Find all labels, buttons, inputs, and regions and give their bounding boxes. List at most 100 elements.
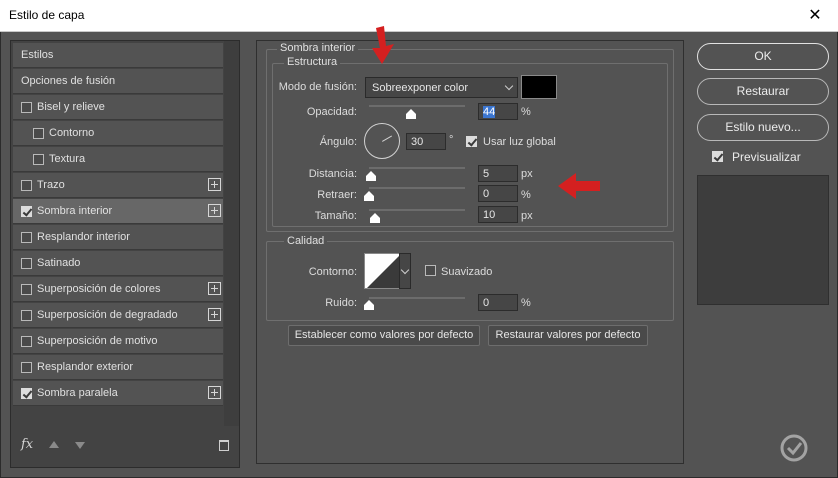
add-effect-icon[interactable] [208,204,221,217]
style-item-checkbox[interactable] [21,180,32,191]
style-item-sombra-interior[interactable]: Sombra interior [13,199,223,224]
structure-title: Estructura [284,56,341,68]
style-item-label: Contorno [49,127,95,139]
preview-checkbox[interactable] [712,151,723,162]
blend-mode-value: Sobreexponer color [372,82,469,94]
style-item-textura[interactable]: Textura [13,147,223,172]
angle-dial[interactable] [364,123,400,159]
ok-button[interactable]: OK [697,43,829,70]
anti-aliased-label: Suavizado [441,266,493,278]
style-item-checkbox[interactable] [21,258,32,269]
choke-input[interactable]: 0 [478,185,518,202]
make-default-button[interactable]: Establecer como valores por defecto [288,325,480,346]
style-item-resplandor-interior[interactable]: Resplandor interior [13,225,223,250]
title-bar: Estilo de capa ✕ [0,0,838,32]
opacity-label: Opacidad: [306,106,357,118]
angle-input[interactable]: 30 [406,133,446,150]
opacity-slider[interactable] [369,105,465,107]
size-slider-thumb[interactable] [369,213,380,223]
new-style-button[interactable]: Estilo nuevo... [697,114,829,141]
blend-mode-label: Modo de fusión: [278,81,357,93]
styles-list-scrollbar[interactable] [224,41,239,426]
anti-aliased-checkbox[interactable] [425,265,436,276]
add-effect-icon[interactable] [208,308,221,321]
style-item-checkbox[interactable] [21,388,32,399]
contour-dropdown[interactable] [399,253,411,289]
size-slider[interactable] [369,209,465,211]
choke-label: Retraer: [317,189,357,201]
style-item-label: Sombra interior [37,205,113,217]
window-title: Estilo de capa [9,8,85,22]
distance-input[interactable]: 5 [478,165,518,182]
choke-slider-thumb[interactable] [364,191,374,201]
style-item-checkbox[interactable] [21,102,32,113]
size-unit: px [521,210,533,222]
style-item-opciones-de-fusion[interactable]: Opciones de fusión [13,69,223,94]
annotation-arrow-left-icon [558,173,600,199]
style-item-label: Superposición de motivo [37,335,158,347]
style-item-trazo[interactable]: Trazo [13,173,223,198]
style-item-label: Textura [49,153,86,165]
style-item-checkbox[interactable] [21,310,32,321]
style-item-label: Bisel y relieve [37,101,105,113]
angle-label: Ángulo: [319,136,357,148]
add-effect-icon[interactable] [208,386,221,399]
style-item-checkbox[interactable] [21,336,32,347]
style-item-satinado[interactable]: Satinado [13,251,223,276]
contour-label: Contorno: [308,266,357,278]
style-item-label: Resplandor exterior [37,361,133,373]
logo-watermark-icon [780,434,808,462]
quality-title: Calidad [284,235,328,247]
add-effect-icon[interactable] [208,282,221,295]
size-input[interactable]: 10 [478,206,518,223]
reset-button[interactable]: Restaurar [697,78,829,105]
style-item-checkbox[interactable] [33,154,44,165]
choke-slider[interactable] [369,187,465,189]
noise-input[interactable]: 0 [478,294,518,311]
noise-slider[interactable] [369,297,465,299]
contour-curve-icon [367,256,399,288]
style-item-label: Resplandor interior [37,231,130,243]
distance-unit: px [521,168,533,180]
style-item-checkbox[interactable] [21,284,32,295]
add-effect-icon[interactable] [208,178,221,191]
style-item-superposicion-de-colores[interactable]: Superposición de colores [13,277,223,302]
style-item-checkbox[interactable] [21,362,32,373]
chevron-down-icon [504,81,514,91]
fx-icon[interactable]: fx [21,437,33,452]
style-item-label: Satinado [37,257,81,269]
style-item-sombra-paralela[interactable]: Sombra paralela [13,381,223,406]
style-item-resplandor-exterior[interactable]: Resplandor exterior [13,355,223,380]
choke-unit: % [521,189,531,201]
noise-slider-thumb[interactable] [364,300,374,310]
move-up-icon[interactable] [49,441,59,448]
trash-icon[interactable] [219,440,229,451]
distance-slider-thumb[interactable] [365,171,376,181]
size-label: Tamaño: [314,210,357,222]
reset-to-default-button[interactable]: Restaurar valores por defecto [488,325,648,346]
contour-preview[interactable] [364,253,400,289]
style-item-bisel-y-relieve[interactable]: Bisel y relieve [13,95,223,120]
close-icon[interactable]: ✕ [792,0,838,31]
noise-unit: % [521,297,531,309]
inner-shadow-title: Sombra interior [277,42,359,54]
settings-panel: Sombra interior Estructura Modo de fusió… [256,40,684,464]
style-item-estilos[interactable]: Estilos [13,43,223,68]
distance-slider[interactable] [369,167,465,169]
opacity-unit: % [521,106,531,118]
style-item-label: Estilos [21,49,54,61]
style-item-superposicion-de-motivo[interactable]: Superposición de motivo [13,329,223,354]
style-item-contorno[interactable]: Contorno [13,121,223,146]
blend-mode-select[interactable]: Sobreexponer color [365,77,518,98]
global-light-checkbox[interactable] [466,136,477,147]
move-down-icon[interactable] [75,442,85,449]
shadow-color-swatch[interactable] [521,75,557,99]
distance-label: Distancia: [308,168,357,180]
style-item-checkbox[interactable] [21,232,32,243]
opacity-slider-thumb[interactable] [406,109,417,119]
style-item-superposicion-de-degradado[interactable]: Superposición de degradado [13,303,223,328]
style-preview-thumbnail [697,175,829,305]
style-item-checkbox[interactable] [21,206,32,217]
opacity-input[interactable]: 44 [478,103,518,120]
style-item-checkbox[interactable] [33,128,44,139]
